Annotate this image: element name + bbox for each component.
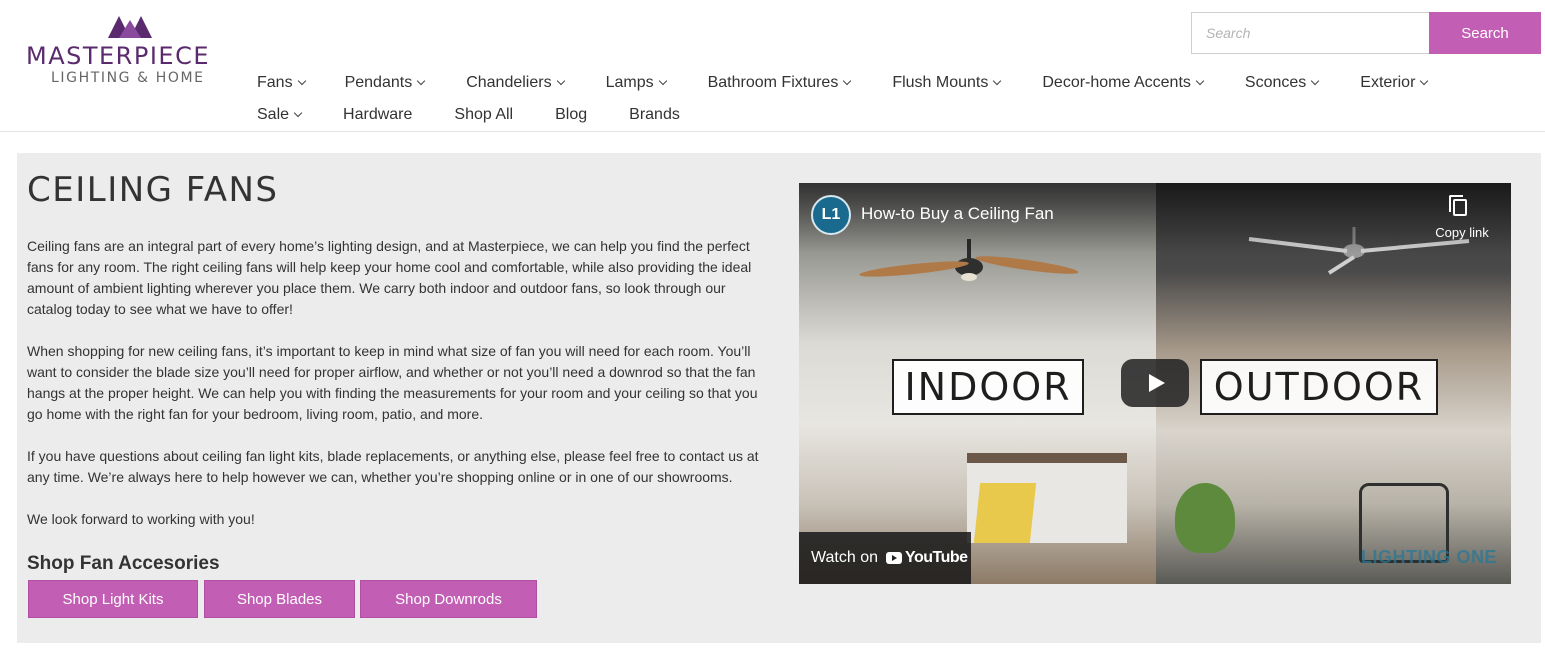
- site-header: MASTERPIECE LIGHTING & HOME Search Fans …: [0, 0, 1545, 132]
- play-icon: [1149, 374, 1165, 392]
- nav-label: Hardware: [343, 106, 413, 123]
- shop-downrods-button[interactable]: Shop Downrods: [360, 580, 537, 618]
- nav-label: Pendants: [344, 74, 413, 91]
- nav-label: Brands: [629, 106, 680, 123]
- logo-name: MASTERPIECE: [26, 42, 210, 70]
- youtube-wordmark: YouTube: [905, 549, 968, 566]
- watch-on-youtube-button[interactable]: Watch on YouTube: [799, 532, 971, 584]
- main-nav-row-1: Fans Pendants Chandeliers Lamps Bathroom…: [257, 72, 1429, 94]
- nav-item-chandeliers[interactable]: Chandeliers: [466, 74, 565, 92]
- search-form: Search: [1191, 12, 1541, 54]
- shop-blades-button[interactable]: Shop Blades: [204, 580, 355, 618]
- shop-accessories-heading: Shop Fan Accesories: [27, 553, 220, 574]
- page-title: CEILING FANS: [27, 170, 279, 210]
- chevron-down-icon: [1420, 76, 1429, 86]
- throw-blanket-illustration: [973, 483, 1037, 543]
- chevron-down-icon: [556, 76, 565, 86]
- nav-item-blog[interactable]: Blog: [555, 106, 587, 124]
- search-input[interactable]: [1191, 12, 1429, 54]
- chevron-down-icon: [297, 76, 306, 86]
- chevron-down-icon: [293, 108, 303, 118]
- site-logo[interactable]: MASTERPIECE LIGHTING & HOME: [26, 14, 232, 88]
- outdoor-label: OUTDOOR: [1200, 359, 1438, 415]
- copy-link-button[interactable]: Copy link: [1427, 195, 1497, 245]
- chevron-down-icon: [658, 76, 667, 86]
- watch-on-label: Watch on: [811, 549, 878, 566]
- category-panel: CEILING FANS Ceiling fans are an integra…: [17, 153, 1541, 643]
- nav-label: Chandeliers: [466, 74, 552, 91]
- play-button[interactable]: [1121, 359, 1189, 407]
- nav-label: Blog: [555, 106, 588, 123]
- nav-item-brands[interactable]: Brands: [629, 106, 680, 124]
- shop-light-kits-button[interactable]: Shop Light Kits: [28, 580, 198, 618]
- channel-watermark: LIGHTING ONE: [1361, 547, 1497, 567]
- youtube-logo-icon: [886, 552, 902, 564]
- nav-label: Bathroom Fixtures: [707, 74, 839, 91]
- nav-item-flush-mounts[interactable]: Flush Mounts: [892, 74, 1002, 92]
- nav-item-pendants[interactable]: Pendants: [344, 74, 426, 92]
- chevron-down-icon: [843, 76, 852, 86]
- closing-paragraph: We look forward to working with you!: [27, 511, 255, 527]
- nav-item-bathroom-fixtures[interactable]: Bathroom Fixtures: [707, 74, 852, 92]
- channel-avatar[interactable]: L1: [811, 195, 851, 235]
- nav-label: Flush Mounts: [892, 74, 989, 91]
- copy-link-label: Copy link: [1435, 225, 1489, 240]
- nav-item-shop-all[interactable]: Shop All: [454, 106, 513, 124]
- copy-icon: [1449, 195, 1467, 216]
- nav-label: Sconces: [1244, 74, 1307, 91]
- sizing-paragraph: When shopping for new ceiling fans, it’s…: [27, 343, 758, 422]
- chevron-down-icon: [416, 76, 426, 86]
- main-nav-row-2: Sale Hardware Shop All Blog Brands: [257, 104, 680, 126]
- chevron-down-icon: [993, 76, 1002, 86]
- nav-label: Lamps: [605, 74, 654, 91]
- nav-item-fans[interactable]: Fans: [257, 74, 306, 92]
- contact-paragraph: If you have questions about ceiling fan …: [27, 448, 759, 485]
- nav-item-hardware[interactable]: Hardware: [343, 106, 412, 124]
- search-button[interactable]: Search: [1429, 12, 1541, 54]
- nav-item-decor-home-accents[interactable]: Decor-home Accents: [1042, 74, 1205, 92]
- nav-label: Exterior: [1360, 74, 1416, 91]
- nav-label: Sale: [257, 106, 290, 123]
- video-embed[interactable]: INDOOR OUTDOOR L1 How-to Buy a Ceiling F…: [799, 183, 1511, 584]
- nav-label: Shop All: [454, 106, 514, 123]
- nav-item-exterior[interactable]: Exterior: [1360, 74, 1429, 92]
- nav-item-sconces[interactable]: Sconces: [1244, 74, 1320, 92]
- indoor-label: INDOOR: [892, 359, 1084, 415]
- logo-tagline: LIGHTING & HOME: [51, 70, 205, 86]
- nav-label: Fans: [257, 74, 293, 91]
- chevron-down-icon: [1195, 76, 1205, 86]
- intro-paragraph: Ceiling fans are an integral part of eve…: [27, 238, 752, 317]
- nav-item-lamps[interactable]: Lamps: [605, 74, 667, 92]
- plant-illustration: [1175, 483, 1235, 553]
- chevron-down-icon: [1311, 76, 1320, 86]
- nav-label: Decor-home Accents: [1042, 74, 1191, 91]
- logo-mark-icon: [108, 16, 152, 38]
- video-title-link[interactable]: How-to Buy a Ceiling Fan: [861, 204, 1054, 224]
- nav-item-sale[interactable]: Sale: [257, 106, 303, 124]
